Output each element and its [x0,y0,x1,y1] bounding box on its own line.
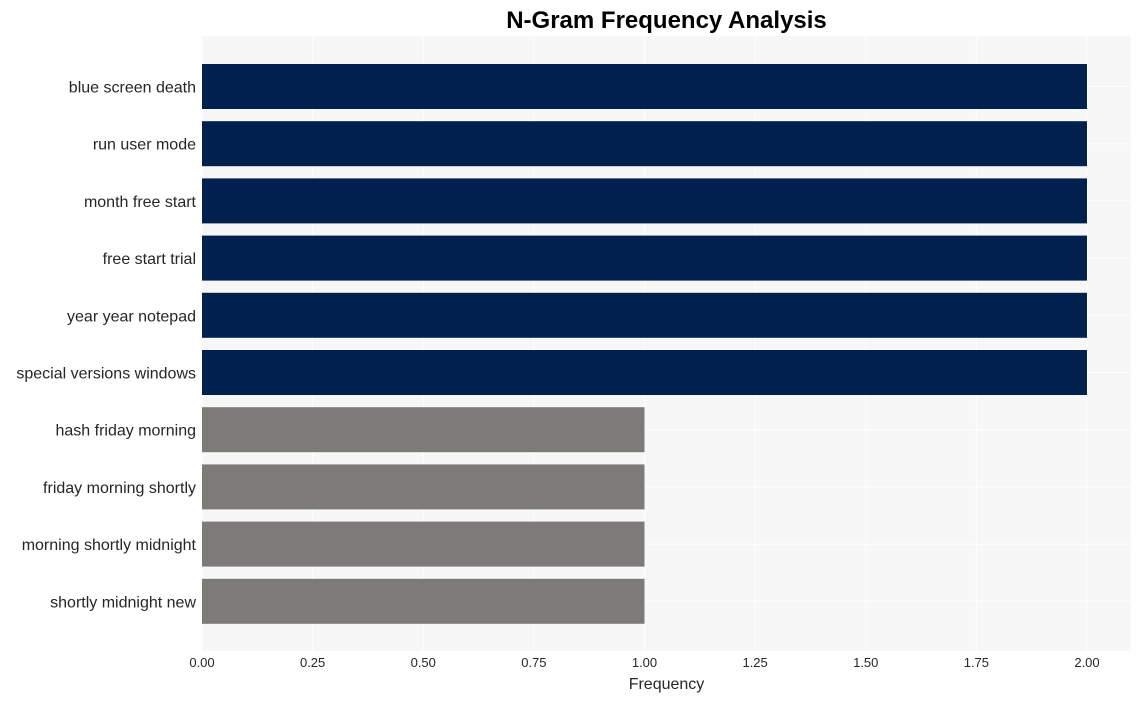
y-tick-label: hash friday morning [55,423,196,440]
x-tick-label: 2.00 [1074,655,1099,670]
y-tick-label: run user mode [93,137,196,154]
bar-run-user-mode [202,121,1087,167]
y-tick-label: blue screen death [69,80,196,97]
y-axis-labels: blue screen death run user mode month free… [16,80,196,612]
bar-friday-morning-shortly [202,464,645,510]
bar-shortly-midnight-new [202,578,645,624]
x-axis-ticks: 0.00 0.25 0.50 0.75 1.00 1.25 1.50 1.75 2.00 [189,655,1099,670]
chart-title: N-Gram Frequency Analysis [506,7,827,34]
x-tick-label: 0.50 [411,655,436,670]
x-tick-label: 0.75 [521,655,546,670]
x-tick-label: 0.25 [300,655,325,670]
y-tick-label: morning shortly midnight [22,537,197,554]
bar-morning-shortly-midnight [202,521,645,567]
bar-free-start-trial [202,235,1087,281]
y-tick-label: special versions windows [16,366,196,383]
ngram-bar-chart: blue screen death run user mode month free… [16,7,1131,693]
bar-hash-friday-morning [202,407,645,453]
y-tick-label: year year notepad [67,308,196,325]
y-tick-label: shortly midnight new [50,594,196,611]
x-tick-label: 1.00 [632,655,657,670]
bar-year-year-notepad [202,292,1087,338]
x-tick-label: 1.75 [964,655,989,670]
x-axis-label: Frequency [629,676,705,693]
y-tick-label: friday morning shortly [43,480,196,497]
bar-blue-screen-death [202,64,1087,109]
bar-month-free-start [202,178,1087,224]
x-tick-label: 1.25 [742,655,767,670]
y-tick-label: free start trial [103,251,196,268]
x-tick-label: 0.00 [189,655,214,670]
x-tick-label: 1.50 [853,655,878,670]
bar-special-versions-windows [202,350,1087,395]
y-tick-label: month free start [84,194,197,211]
